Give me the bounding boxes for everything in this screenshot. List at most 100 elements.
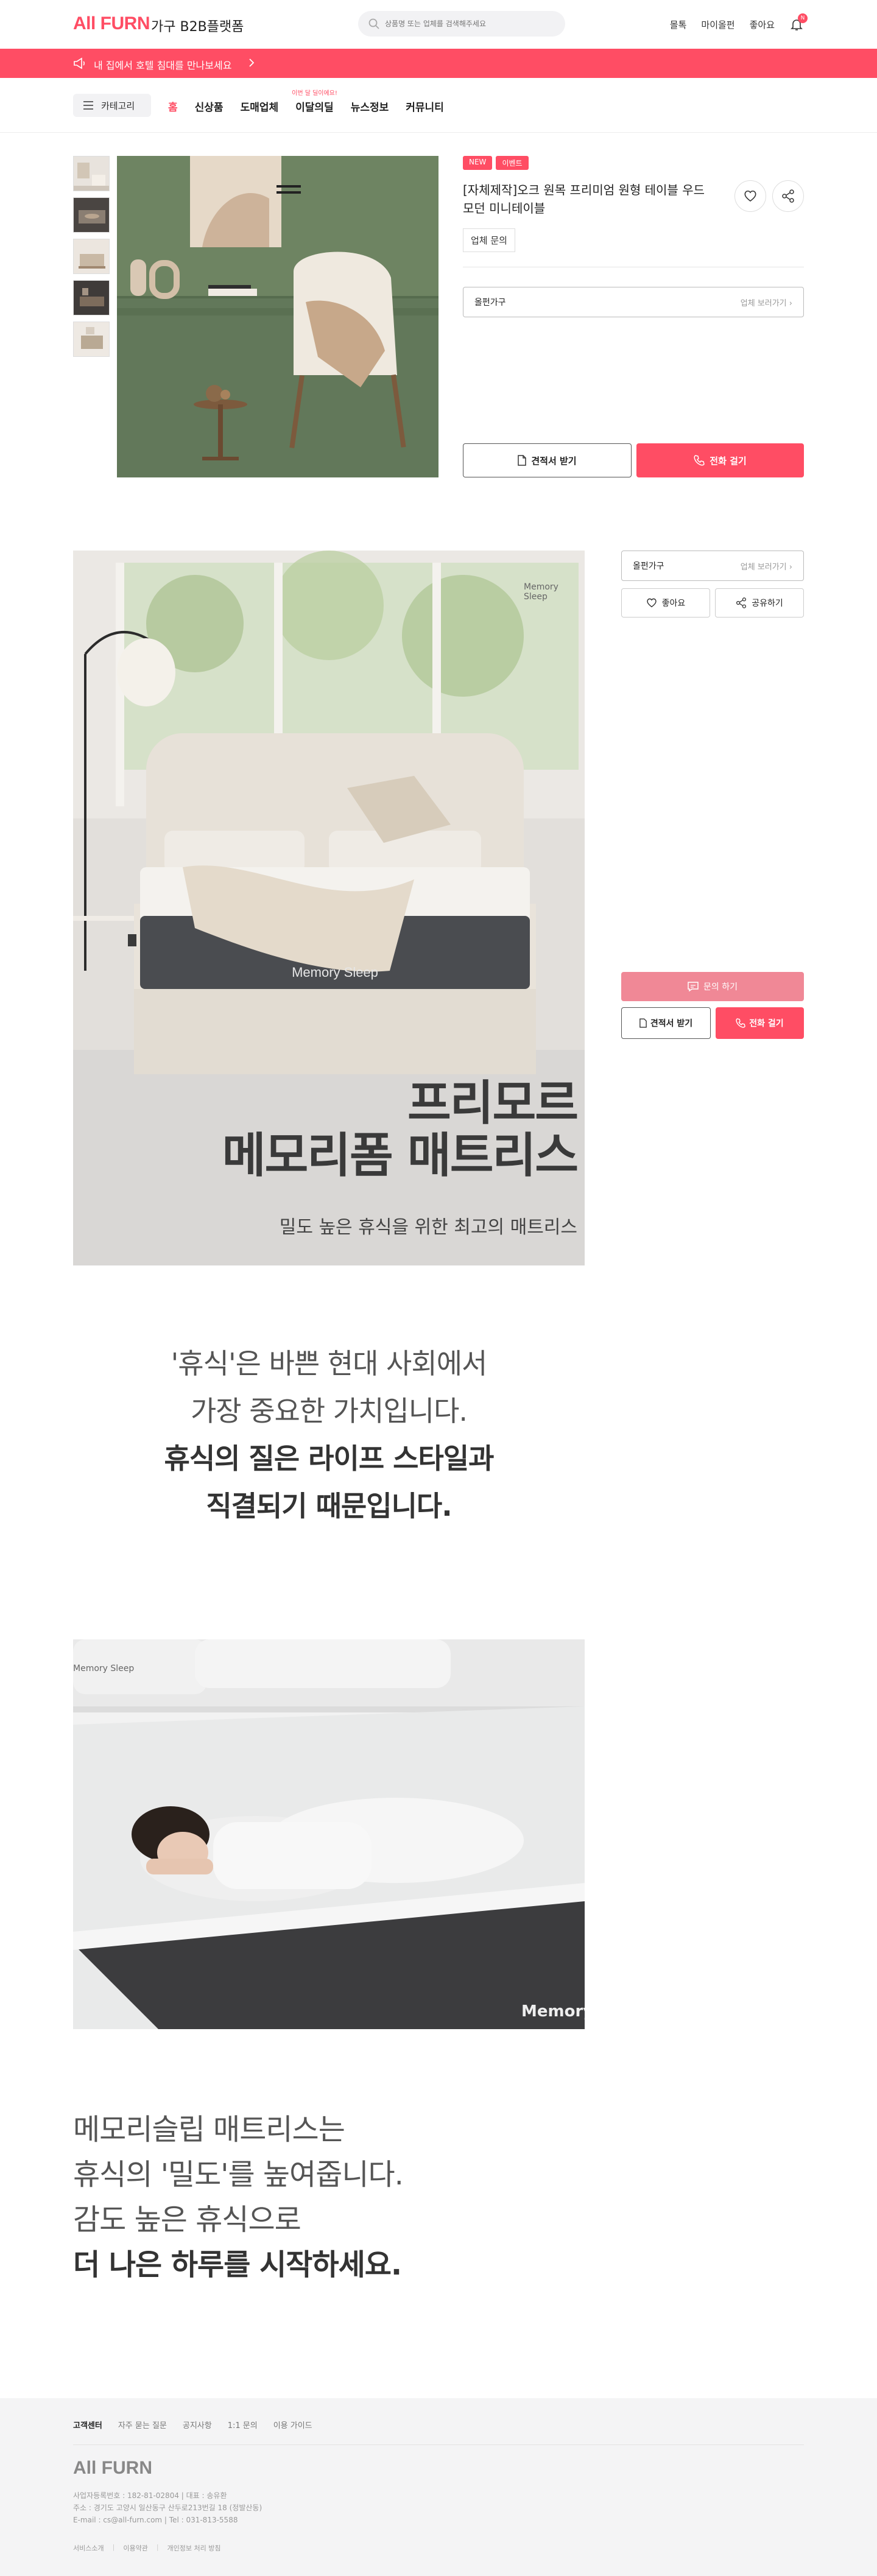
nav-item-new[interactable]: 신상품 xyxy=(195,99,224,114)
share-icon xyxy=(736,597,747,608)
footer-logo: All FURN xyxy=(73,2458,152,2478)
quote2-line4: 더 나은 하루를 시작하세요. xyxy=(73,2248,402,2282)
separator: | xyxy=(112,2543,115,2551)
vendor-link[interactable]: 올펀가구 업체 보러가기 › xyxy=(463,287,804,317)
nav-item-monthly-deal[interactable]: 이번 달 딜이에요! 이달의딜 xyxy=(292,90,337,114)
thumbnail-list xyxy=(73,156,110,363)
thumbnail[interactable] xyxy=(73,197,110,233)
side-like-label: 좋아요 xyxy=(661,599,686,608)
side-call-label: 전화 걸기 xyxy=(749,1019,784,1029)
footer-link-inquiry[interactable]: 1:1 문의 xyxy=(228,2419,258,2430)
phone-icon xyxy=(694,455,705,466)
notice-text: 내 집에서 호텔 침대를 만나보세요 xyxy=(94,60,232,71)
footer-links: 고객센터 자주 묻는 질문 공지사항 1:1 문의 이용 가이드 xyxy=(73,2419,312,2430)
quote1-line2: 가장 중요한 가치입니다. xyxy=(190,1395,468,1427)
vendor-name: 올펀가구 xyxy=(474,298,506,308)
detail-image-mattress: Memory Sleep Memory Sleep 프리모르 메모리폼 매트리스… xyxy=(73,551,585,1265)
brand-mark: Memory Sleep xyxy=(524,582,558,602)
quote1-line4: 직결되기 때문입니다. xyxy=(206,1490,452,1522)
call-button[interactable]: 전화 걸기 xyxy=(636,443,804,477)
nav-item-home[interactable]: 홈 xyxy=(168,99,178,114)
side-call-button[interactable]: 전화 걸기 xyxy=(716,1007,804,1039)
footer-info-line: 주소 : 경기도 고양시 일산동구 산두로213번길 18 (정발산동) xyxy=(73,2504,262,2512)
side-vendor-link[interactable]: 올펀가구 업체 보러가기 › xyxy=(621,551,804,581)
header-link-mypage[interactable]: 마이올펀 xyxy=(701,18,734,31)
detail-title: 프리모르 메모리폼 매트리스 xyxy=(73,1076,585,1183)
notification-button[interactable]: N xyxy=(789,13,808,32)
logo-subtitle: 가구 B2B플랫폼 xyxy=(151,19,244,35)
footer-link-cs[interactable]: 고객센터 xyxy=(73,2419,102,2430)
inquiry-tag[interactable]: 업체 문의 xyxy=(463,228,515,252)
footer-link-about[interactable]: 서비스소개 xyxy=(73,2543,104,2553)
quote1-line1: '휴식'은 바쁜 현대 사회에서 xyxy=(171,1347,488,1380)
heart-icon xyxy=(744,190,756,202)
side-actions: 문의 하기 견적서 받기 전화 걸기 xyxy=(621,972,804,1039)
footer-company-info: 사업자등록번호 : 182-81-02804 | 대표 : 송유환 주소 : 경… xyxy=(73,2490,262,2526)
thumbnail[interactable] xyxy=(73,239,110,274)
quote2-line2: 휴식의 '밀도'를 높여줍니다. xyxy=(73,2158,404,2192)
share-icon xyxy=(782,189,794,203)
document-icon xyxy=(518,455,527,466)
thumbnail[interactable] xyxy=(73,156,110,191)
side-estimate-label: 견적서 받기 xyxy=(650,1019,693,1029)
footer-info-line: E-mail : cs@all-furn.com | Tel : 031-813… xyxy=(73,2516,238,2524)
badge-group: NEW 이벤트 xyxy=(463,156,804,170)
detail-subtitle: 밀도 높은 휴식을 위한 최고의 매트리스 xyxy=(279,1217,577,1238)
phone-icon xyxy=(736,1018,746,1028)
estimate-button[interactable]: 견적서 받기 xyxy=(463,443,632,477)
logo[interactable]: All FURN xyxy=(73,13,150,34)
quote2-line1: 메모리슬립 매트리스는 xyxy=(73,2113,345,2147)
search-bar[interactable] xyxy=(358,11,565,37)
footer-link-notice[interactable]: 공지사항 xyxy=(183,2419,212,2430)
category-button[interactable]: 카테고리 xyxy=(73,94,151,117)
badge-event: 이벤트 xyxy=(496,156,529,170)
notice-banner[interactable]: 내 집에서 호텔 침대를 만나보세요 xyxy=(0,49,877,78)
detail-title-line1: 프리모르 xyxy=(407,1076,579,1131)
footer-info-line: 사업자등록번호 : 182-81-02804 | 대표 : 송유환 xyxy=(73,2491,227,2500)
header: All FURN 가구 B2B플랫폼 몰톡 마이올펀 좋아요 N xyxy=(0,0,877,49)
category-label: 카테고리 xyxy=(101,100,135,111)
document-icon xyxy=(639,1018,647,1028)
nav-item-wholesale[interactable]: 도매업체 xyxy=(241,99,279,114)
footer-divider xyxy=(73,2444,804,2445)
thumbnail[interactable] xyxy=(73,280,110,315)
megaphone-icon xyxy=(74,57,85,69)
brand-mark-2: Memory Sleep xyxy=(73,1664,135,1673)
footer-link-privacy[interactable]: 개인정보 처리 방침 xyxy=(167,2543,221,2553)
call-label: 전화 걸기 xyxy=(710,455,747,466)
mattress-brand-label: Memory Sleep xyxy=(292,965,378,980)
footer-link-faq[interactable]: 자주 묻는 질문 xyxy=(118,2419,167,2430)
detail-quote-2: 메모리슬립 매트리스는 휴식의 '밀도'를 높여줍니다. 감도 높은 휴식으로 … xyxy=(73,2107,585,2287)
side-like-button[interactable]: 좋아요 xyxy=(621,588,710,618)
chat-icon xyxy=(688,982,699,991)
footer-bottom-links: 서비스소개 | 이용약관 | 개인정보 처리 방침 xyxy=(73,2543,220,2553)
quote2-line3: 감도 높은 휴식으로 xyxy=(73,2203,301,2237)
nav-event-tag: 이번 달 딜이에요! xyxy=(292,90,337,97)
like-button[interactable] xyxy=(734,180,766,212)
badge-new: NEW xyxy=(463,156,493,170)
share-button[interactable] xyxy=(772,180,804,212)
search-input[interactable] xyxy=(385,11,555,37)
nav-item-news[interactable]: 뉴스정보 xyxy=(351,99,389,114)
product-title: [자체제작]오크 원목 프리미엄 원형 테이블 우드 모던 미니테이블 xyxy=(463,183,705,216)
main-nav: 카테고리 홈 신상품 도매업체 이번 달 딜이에요! 이달의딜 뉴스정보 커뮤니티 xyxy=(0,78,877,133)
heart-icon xyxy=(646,598,657,608)
product-main-image[interactable] xyxy=(117,156,438,477)
footer-link-guide[interactable]: 이용 가이드 xyxy=(273,2419,312,2430)
nav-item-community[interactable]: 커뮤니티 xyxy=(406,99,444,114)
side-share-button[interactable]: 공유하기 xyxy=(715,588,804,618)
nav-item-monthly-deal-label: 이달의딜 xyxy=(295,102,334,114)
mattress-brand-label-2: Memory xyxy=(521,2002,585,2021)
side-vendor-more: 업체 보러가기 › xyxy=(740,562,792,572)
detail-quote-1: '휴식'은 바쁜 현대 사회에서 가장 중요한 가치입니다. 휴식의 질은 라이… xyxy=(73,1340,585,1530)
product-info: NEW 이벤트 [자체제작]오크 원목 프리미엄 원형 테이블 우드 모던 미니… xyxy=(463,156,804,317)
footer-link-terms[interactable]: 이용약관 xyxy=(123,2543,147,2553)
header-link-moltalk[interactable]: 몰톡 xyxy=(670,18,687,31)
side-estimate-button[interactable]: 견적서 받기 xyxy=(621,1007,711,1039)
header-link-likes[interactable]: 좋아요 xyxy=(750,18,775,31)
detail-image-sleeping: Memory Sleep Memory xyxy=(73,1639,585,2029)
inquiry-button[interactable]: 문의 하기 xyxy=(621,972,804,1001)
product-actions xyxy=(734,180,804,212)
side-panel: 올펀가구 업체 보러가기 › 좋아요 공유하기 xyxy=(621,551,804,618)
thumbnail[interactable] xyxy=(73,322,110,357)
